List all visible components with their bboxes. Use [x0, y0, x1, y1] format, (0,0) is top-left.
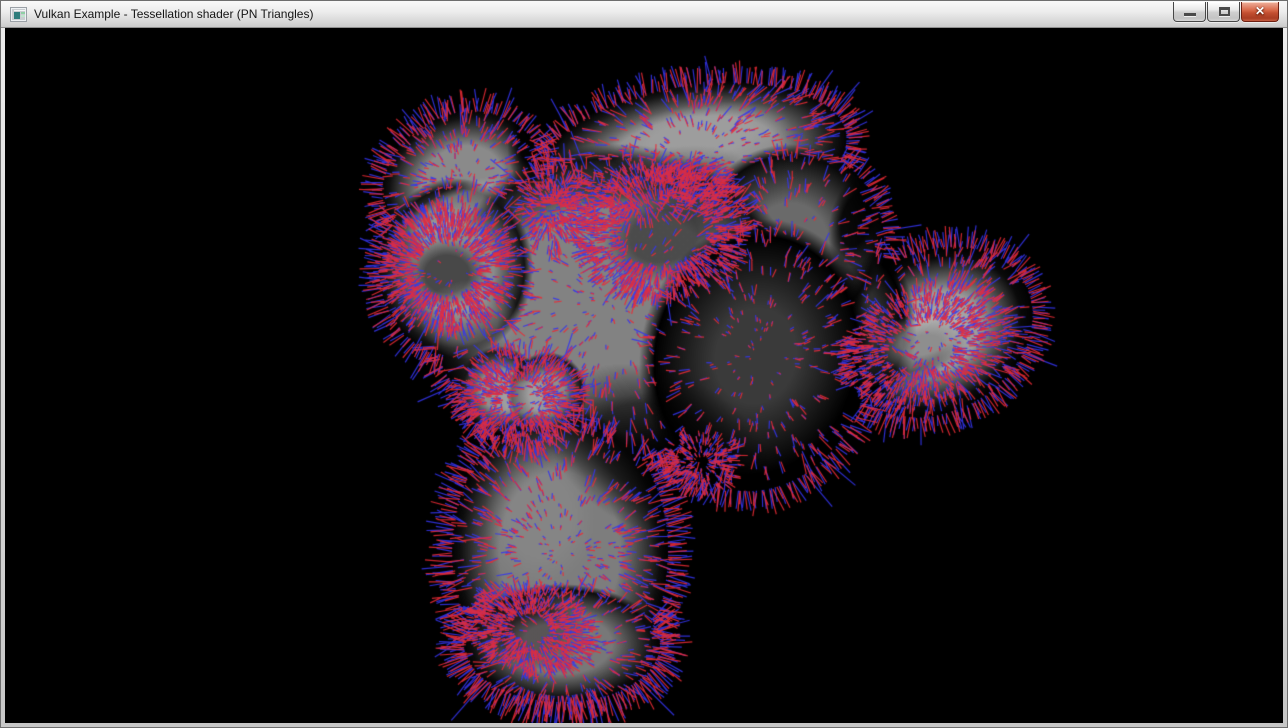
minimize-dash-icon — [1184, 13, 1196, 16]
app-icon-detail — [21, 12, 25, 14]
app-icon-detail — [21, 15, 25, 17]
close-x-icon: ✕ — [1242, 2, 1278, 21]
maximize-button[interactable] — [1207, 2, 1240, 22]
app-icon-detail — [14, 12, 20, 19]
minimize-button[interactable] — [1173, 2, 1206, 22]
app-icon[interactable] — [10, 7, 27, 22]
app-window: Vulkan Example - Tessellation shader (PN… — [0, 0, 1288, 728]
render-viewport — [5, 28, 1283, 723]
maximize-box-icon — [1219, 7, 1230, 16]
render-canvas[interactable] — [5, 28, 1283, 723]
title-bar[interactable]: Vulkan Example - Tessellation shader (PN… — [1, 1, 1287, 28]
screen: { "window": { "title": "Vulkan Example -… — [0, 0, 1288, 728]
app-icon-detail — [14, 10, 25, 11]
close-button[interactable]: ✕ — [1241, 2, 1279, 22]
window-controls: ✕ — [1172, 2, 1279, 22]
window-title: Vulkan Example - Tessellation shader (PN… — [34, 1, 313, 27]
